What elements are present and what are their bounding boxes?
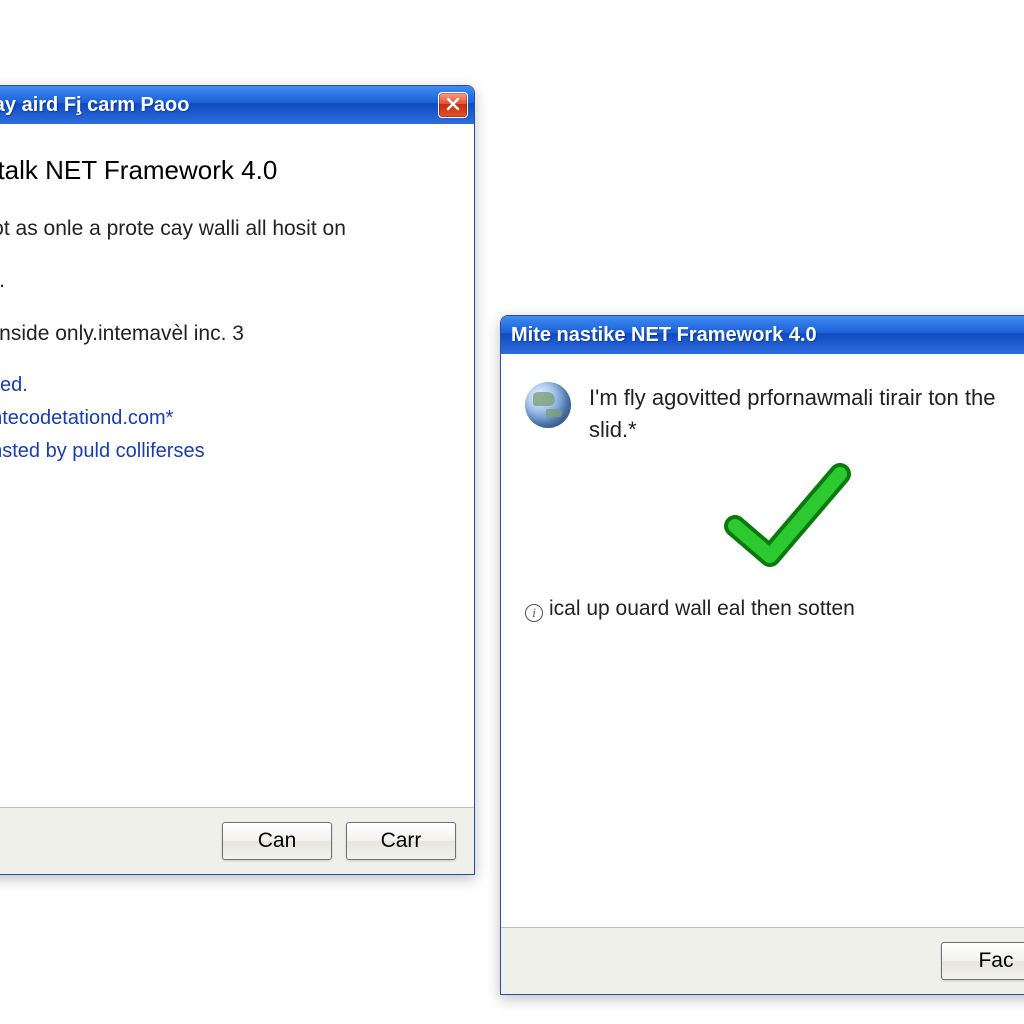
- page-heading: nstalk NET Framework 4.0: [0, 152, 450, 190]
- titlebar[interactable]: Mite nastike NET Framework 4.0: [501, 316, 1024, 354]
- note-text: ical up ouard wall eal then sotten: [549, 597, 855, 620]
- carr-button[interactable]: Carr: [346, 822, 456, 860]
- button-bar: Fac: [501, 927, 1024, 994]
- titlebar[interactable]: e wlay aird Fi̧ carm Paoo: [0, 86, 474, 124]
- installer-window-front: Mite nastike NET Framework 4.0 I'm fly a…: [500, 315, 1024, 995]
- link-2[interactable]: nshtecodetationd.com*: [0, 404, 450, 433]
- window-body: I'm fly agovitted prfornawmali tirair to…: [501, 354, 1024, 927]
- window-title: Mite nastike NET Framework 4.0: [511, 324, 1024, 347]
- fac-button[interactable]: Fac: [941, 942, 1024, 980]
- link-3[interactable]: cansted by puld colliferses: [0, 437, 450, 466]
- close-icon: [446, 94, 460, 117]
- body-text-1: l not as onle a prote cay walli all hosi…: [0, 214, 450, 244]
- window-body: nstalk NET Framework 4.0 l not as onle a…: [0, 124, 474, 807]
- globe-icon: [525, 382, 571, 428]
- can-button[interactable]: Can: [222, 822, 332, 860]
- message-text: I'm fly agovitted prfornawmali tirair to…: [589, 382, 1024, 446]
- info-icon: [525, 604, 543, 622]
- button-bar: Can Carr: [0, 807, 474, 874]
- installer-window-back: e wlay aird Fi̧ carm Paoo nstalk NET Fra…: [0, 85, 475, 875]
- body-text-3: or inside only.intemavèl inc. 3: [0, 319, 450, 349]
- close-button[interactable]: [438, 92, 468, 118]
- link-1[interactable]: plised.: [0, 371, 450, 400]
- note-row: ical up ouard wall eal then sotten: [525, 594, 1024, 624]
- window-title: e wlay aird Fi̧ carm Paoo: [0, 94, 438, 117]
- checkmark-icon: [715, 456, 855, 576]
- body-text-2: ors.: [0, 266, 450, 296]
